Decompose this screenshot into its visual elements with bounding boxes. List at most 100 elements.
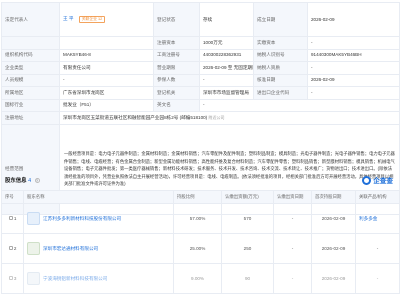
col-amount[interactable]: 认缴出资额(万元) (221, 190, 274, 204)
holder-related: 利多多金 (355, 203, 400, 234)
holder-ratio: 57.00% (173, 203, 222, 234)
holder-sub-date: - (273, 203, 312, 234)
shareholders-table: 序号 股东名称 持股比例 认缴出资额(万元) 认缴出资日期 首次持股日期 关联产… (1, 190, 400, 294)
info-row-staff: 人员规模 - 参保人数 - 核准日期 2026-02-09 (1, 73, 400, 87)
row-index: 1 (1, 203, 24, 234)
legal-rep-cell: 王 平 关联企业 12 (59, 2, 154, 37)
related-company-badge[interactable]: 关联企业 12 (78, 16, 106, 23)
row-index-text: 3 (13, 276, 17, 281)
en-name-label: 英文名 (153, 98, 200, 112)
shareholders-title-text: 股东信息 (5, 178, 27, 184)
col-ratio[interactable]: 持股比例 (173, 190, 222, 204)
holder-name-link[interactable]: 深圳市宏达通材料有限公司 (43, 246, 98, 252)
reg-addr-value: 深圳市龙岗区五菜街道五联社区和融智能园产业园8栋2号 (邮编518100) (63, 114, 208, 120)
holder-cell: 深圳市宏达通材料有限公司 (23, 233, 174, 264)
row-index-text: 1 (13, 216, 17, 221)
table-row: 3 宁波海锐铝新材料科技有限公司 9.00% 90 - 2026-02-09 - (1, 263, 400, 294)
brand-logo: 企查查 (362, 175, 393, 185)
holder-sub-date: - (273, 233, 312, 264)
reg-capital-value: 1000万元 (199, 36, 254, 50)
holder: 深圳市宏达通材料有限公司 (27, 242, 170, 255)
taxpayer-id-value: 91440300MAK5YB46BH (307, 48, 400, 62)
holder-first-date: 2026-02-09 (311, 203, 356, 234)
help-icon[interactable]: ? (34, 178, 40, 183)
holder-related: - (355, 263, 400, 294)
holder-related: - (355, 233, 400, 264)
info-row-codes: 组织机构代码 MAK5YB46-8 工商注册号 440300228362931 … (1, 48, 400, 62)
info-row-capital: 注册资本 1000万元 实缴资本 - (1, 36, 400, 50)
related-product-link[interactable]: 利多多金 (359, 216, 377, 221)
table-row: 1 江苏利多多利新材料科技股份有限公司 57.00% 570 - 2026-02… (1, 203, 400, 234)
region-value: 广东省深圳市龙岗区 (59, 86, 154, 100)
info-row-industry: 国标行业 批发业（F51） 英文名 - (1, 98, 400, 112)
reg-authority-value: 深圳市市场监督管理局 (199, 86, 254, 100)
taxpayer-id-label: 纳税人识别号 (253, 48, 308, 62)
org-code-value: MAK5YB46-8 (59, 48, 154, 62)
holder-name-link[interactable]: 宁波海锐铝新材料科技有限公司 (43, 276, 107, 282)
brand-logo-icon (362, 175, 372, 185)
row-checkbox[interactable] (8, 216, 13, 220)
shareholders-header-row: 序号 股东名称 持股比例 认缴出资额(万元) 认缴出资日期 首次持股日期 关联产… (1, 190, 400, 204)
row-index: 3 (1, 263, 24, 294)
shareholders-count: 4 (28, 178, 32, 184)
info-row-type: 企业类型 有限责任公司 营业期限 2026-02-09 至 无固定期限 纳税人资… (1, 61, 400, 75)
col-index: 序号 (1, 190, 24, 204)
info-row-region: 所属地区 广东省深圳市龙岗区 登记机关 深圳市市场监督管理局 进出口企业代码 - (1, 86, 400, 100)
holder-ratio: 25.00% (173, 233, 222, 264)
reg-capital-label: 注册资本 (153, 36, 200, 50)
taxpayer-qual-label: 纳税人资质 (253, 61, 308, 75)
row-checkbox[interactable] (8, 246, 13, 250)
reg-addr-label: 注册地址 (1, 111, 60, 125)
col-first-date: 首次持股日期 (311, 190, 356, 204)
insured-value: - (199, 73, 254, 87)
info-row-legal-rep: 法定代表人 王 平 关联企业 12 登记状态 存续 成立日期 2026-02-0… (1, 2, 400, 37)
holder-sub-date: - (273, 263, 312, 294)
legal-rep-label: 法定代表人 (1, 2, 60, 37)
holder-ratio: 9.00% (173, 263, 222, 294)
company-logo (27, 212, 40, 225)
import-export-label: 进出口企业代码 (253, 86, 308, 100)
industry-value[interactable]: 批发业（F51） (59, 98, 154, 112)
table-row: 2 深圳市宏达通材料有限公司 25.00% 250 - 2026-02-09 - (1, 233, 400, 264)
biz-reg-no-label: 工商注册号 (153, 48, 200, 62)
col-related: 关联产品/机构 (355, 190, 400, 204)
holder-amount: 570 (221, 203, 274, 234)
company-type-value: 有限责任公司 (59, 61, 154, 75)
brand-logo-text: 企查查 (373, 178, 393, 185)
approval-date-label: 核准日期 (253, 73, 308, 87)
legal-rep-name[interactable]: 王 平 (63, 16, 73, 21)
holder-cell: 宁波海锐铝新材料科技有限公司 (23, 263, 174, 294)
paid-capital-label: 实缴资本 (253, 36, 308, 50)
company-logo (27, 272, 40, 285)
holder: 江苏利多多利新材料科技股份有限公司 (27, 212, 170, 225)
holder-cell: 江苏利多多利新材料科技股份有限公司 (23, 203, 174, 234)
company-type-label: 企业类型 (1, 61, 60, 75)
reg-addr-cell: 深圳市龙岗区五菜街道五联社区和融智能园产业园8栋2号 (邮编518100) 附近… (59, 111, 400, 125)
shareholders-title: 股东信息 4 ? (5, 178, 40, 184)
row-checkbox[interactable] (8, 276, 13, 280)
staff-size-label: 人员规模 (1, 73, 60, 87)
holder: 宁波海锐铝新材料科技有限公司 (27, 272, 170, 285)
biz-reg-no-value: 440300228362931 (199, 48, 254, 62)
info-row-address: 注册地址 深圳市龙岗区五菜街道五联社区和融智能园产业园8栋2号 (邮编51810… (1, 111, 400, 125)
reg-status-label: 登记状态 (153, 2, 200, 37)
holder-name-link[interactable]: 江苏利多多利新材料科技股份有限公司 (43, 216, 121, 222)
company-logo (27, 242, 40, 255)
established-label: 成立日期 (253, 2, 308, 37)
established-value: 2026-02-09 (307, 2, 400, 37)
col-sub-date: 认缴出资日期 (273, 190, 312, 204)
taxpayer-qual-value: - (307, 61, 400, 75)
insured-label: 参保人数 (153, 73, 200, 87)
region-label: 所属地区 (1, 86, 60, 100)
nearby-companies-link[interactable]: 附近公司 (209, 115, 225, 120)
industry-label: 国标行业 (1, 98, 60, 112)
holder-amount: 90 (221, 263, 274, 294)
reg-authority-label: 登记机关 (153, 86, 200, 100)
holder-first-date: 2026-02-09 (311, 233, 356, 264)
biz-term-label: 营业期限 (153, 61, 200, 75)
holder-first-date: 2026-02-09 (311, 263, 356, 294)
approval-date-value: 2026-02-09 (307, 73, 400, 87)
holder-amount: 250 (221, 233, 274, 264)
org-code-label: 组织机构代码 (1, 48, 60, 62)
reg-status-value: 存续 (199, 2, 254, 37)
